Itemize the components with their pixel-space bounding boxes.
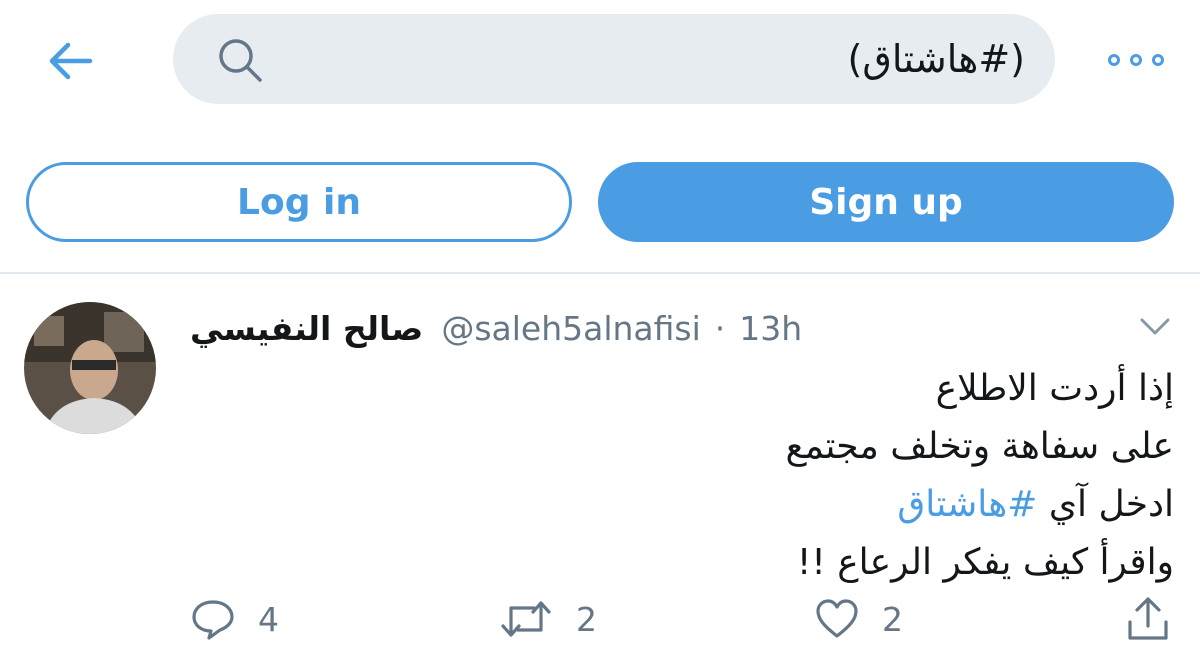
like-count: 2: [882, 599, 903, 639]
separator: ·: [714, 308, 726, 348]
hashtag-link[interactable]: #هاشتاق: [897, 484, 1037, 525]
more-dot: [1130, 54, 1142, 66]
tweet-line: إذا أردت الاطلاع: [935, 368, 1174, 409]
search-icon: [219, 39, 262, 82]
share-button[interactable]: [1126, 594, 1170, 644]
timestamp[interactable]: 13h: [739, 309, 802, 348]
top-bar: (#هاشتاق): [0, 0, 1200, 120]
more-button[interactable]: [1108, 48, 1164, 72]
signup-button[interactable]: Sign up: [598, 162, 1174, 242]
tweet-line: واقرأ كيف يفكر الرعاع !!: [796, 542, 1174, 583]
reply-button[interactable]: 4: [190, 594, 279, 644]
search-field[interactable]: (#هاشتاق): [173, 14, 1055, 104]
avatar[interactable]: [24, 302, 156, 434]
display-name[interactable]: صالح النفيسي: [190, 309, 423, 348]
tweet-header: صالح النفيسي @saleh5alnafisi · 13h: [190, 300, 802, 356]
divider: [0, 272, 1200, 274]
retweet-button[interactable]: 2: [498, 594, 597, 644]
back-button[interactable]: [44, 38, 96, 84]
tweet-text: إذا أردت الاطلاع على سفاهة وتخلف مجتمع ا…: [474, 360, 1174, 592]
like-button[interactable]: 2: [814, 594, 903, 644]
heart-icon: [816, 599, 858, 638]
more-dot: [1152, 54, 1164, 66]
login-button[interactable]: Log in: [26, 162, 572, 242]
reply-icon: [192, 600, 234, 640]
tweet-line: ادخل آي: [1037, 484, 1174, 525]
retweet-count: 2: [576, 599, 597, 639]
arrow-left-icon: [49, 42, 93, 80]
retweet-icon: [501, 601, 551, 637]
chevron-down-icon[interactable]: [1138, 314, 1172, 338]
tweet-line-with-hashtag: ادخل آي #هاشتاق: [474, 476, 1174, 534]
user-handle[interactable]: @saleh5alnafisi: [441, 309, 700, 348]
reply-count: 4: [258, 599, 279, 639]
share-icon: [1128, 597, 1168, 640]
search-query: (#هاشتاق): [847, 37, 1025, 81]
tweet-line: على سفاهة وتخلف مجتمع: [785, 426, 1174, 467]
more-dot: [1108, 54, 1120, 66]
